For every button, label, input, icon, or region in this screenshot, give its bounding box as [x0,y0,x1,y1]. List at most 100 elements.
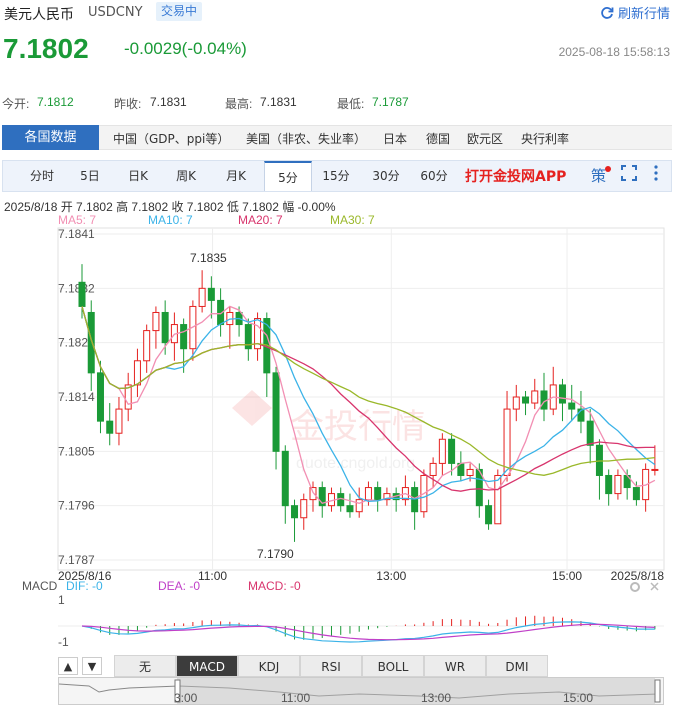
candle-body [198,287,206,307]
candle-body [115,408,123,434]
fullscreen-icon[interactable] [621,165,637,185]
candle-body [642,468,650,501]
nav-item-japan[interactable]: 日本 [383,130,407,147]
ma5-label: MA5: 7 [58,213,97,227]
close-icon[interactable] [650,582,659,591]
indicator-wr[interactable]: WR [424,655,486,677]
candle-body [78,281,86,307]
open-label: 今开: [2,97,30,111]
tab-5day[interactable]: 5日 [67,161,113,191]
indicator-buttons: 无 MACD KDJ RSI BOLL WR DMI [58,655,670,677]
tab-15min[interactable]: 15分 [313,161,359,191]
candle-body [124,384,132,410]
nav-item-central-bank-rates[interactable]: 央行利率 [521,130,569,147]
candle-body [466,468,474,476]
header: 美元人民币 USDCNY 交易中 刷新行情 [0,0,674,28]
ma-lines [81,305,656,505]
candle-body [651,468,659,471]
candle-body [401,487,409,501]
nav-item-germany[interactable]: 德国 [426,130,450,147]
x-tick-label: 15:00 [552,569,582,583]
indicator-dmi[interactable]: DMI [486,655,548,677]
candle-body [411,487,419,513]
candle-body [614,474,622,495]
candle-body [217,299,225,326]
open-app-link[interactable]: 打开金投网APP [465,166,566,186]
navigator-right-handle[interactable] [654,679,661,703]
indicator-boll[interactable]: BOLL [362,655,424,677]
nav-item-usa[interactable]: 美国（非农、失业率） [246,130,366,147]
candle-body [503,408,511,476]
x-tick-label: 11:00 [198,569,227,583]
candle-body [96,372,104,422]
tab-monthly[interactable]: 月K [213,161,259,191]
candle-body [605,474,613,495]
tab-intraday[interactable]: 分时 [19,161,65,191]
candle-body [244,324,252,350]
nav-item-eurozone[interactable]: 欧元区 [467,130,503,147]
status-badge: 交易中 [156,2,203,21]
y-tick-label: 7.1841 [58,227,95,241]
nav-country-data[interactable]: 各国数据 [2,125,99,150]
indicator-kdj[interactable]: KDJ [238,655,300,677]
y-tick-label: 7.1814 [58,390,95,404]
low-label: 最低: [337,97,365,111]
candle-body [457,462,465,476]
prev-close-value: 7.1831 [150,95,187,109]
low-annotation: 7.1790 [257,547,294,561]
candle-body [448,438,456,464]
y-tick-label: 7.1823 [58,336,95,350]
tab-weekly[interactable]: 周K [163,161,209,191]
strategy-label: 策 [591,167,607,185]
candle-body [494,474,502,525]
candle-body [383,493,391,501]
macd-dea: DEA: -0 [158,579,200,593]
macd-dif-line [81,621,655,643]
refresh-button[interactable]: 刷新行情 [600,3,670,22]
low-value: 7.1787 [372,95,409,109]
indicator-none[interactable]: 无 [114,655,176,677]
nav-label-2: 13:00 [421,691,451,704]
ma10-line [81,306,656,503]
candle-body [272,372,280,452]
candle-body [586,420,594,446]
high-value: 7.1831 [260,95,297,109]
indicator-macd[interactable]: MACD [176,655,238,677]
candle-body [531,390,539,404]
candle-body [106,420,114,434]
indicator-rsi[interactable]: RSI [300,655,362,677]
refresh-label: 刷新行情 [617,7,670,22]
candle-body [558,384,566,404]
candle-body [337,493,345,507]
x-axis: 2025/8/16 11:00 13:00 15:00 2025/8/18 [58,569,664,583]
symbol-code: USDCNY [88,5,143,20]
tab-60min[interactable]: 60分 [411,161,457,191]
nav-label-3: 15:00 [563,691,593,704]
candle-body [429,462,437,476]
tab-5min[interactable]: 5分 [264,161,312,191]
x-tick-label: 2025/8/18 [611,569,665,583]
candle-body [254,318,262,350]
tab-30min[interactable]: 30分 [363,161,409,191]
watermark-brand: 金投行情 [290,408,426,446]
candle-body [189,305,197,350]
ma10-label: MA10: 7 [148,213,193,227]
tab-daily[interactable]: 日K [115,161,161,191]
candle-body [355,499,363,513]
nav-label-1: 11:00 [281,691,310,704]
macd-settings-icon[interactable] [630,582,640,592]
navigator-slider[interactable]: 3:00 11:00 13:00 15:00 [58,677,664,705]
ma20-label: MA20: 7 [238,213,283,227]
strategy-button[interactable]: 策 [591,165,611,186]
more-icon[interactable] [653,165,659,185]
timestamp: 2025-08-18 15:58:13 [558,45,670,59]
macd-panel: 1 -1 [58,593,664,649]
price-change: -0.0029(-0.04%) [124,39,247,58]
ma20-line [81,306,655,492]
nav-item-china[interactable]: 中国（GDP、ppi等） [113,130,229,147]
macd-value: MACD: -0 [248,579,301,593]
country-data-nav: 各国数据 中国（GDP、ppi等） 美国（非农、失业率） 日本 德国 欧元区 央… [2,125,672,150]
candle-body [327,493,335,507]
candle-body [309,487,317,501]
candles [78,264,659,542]
